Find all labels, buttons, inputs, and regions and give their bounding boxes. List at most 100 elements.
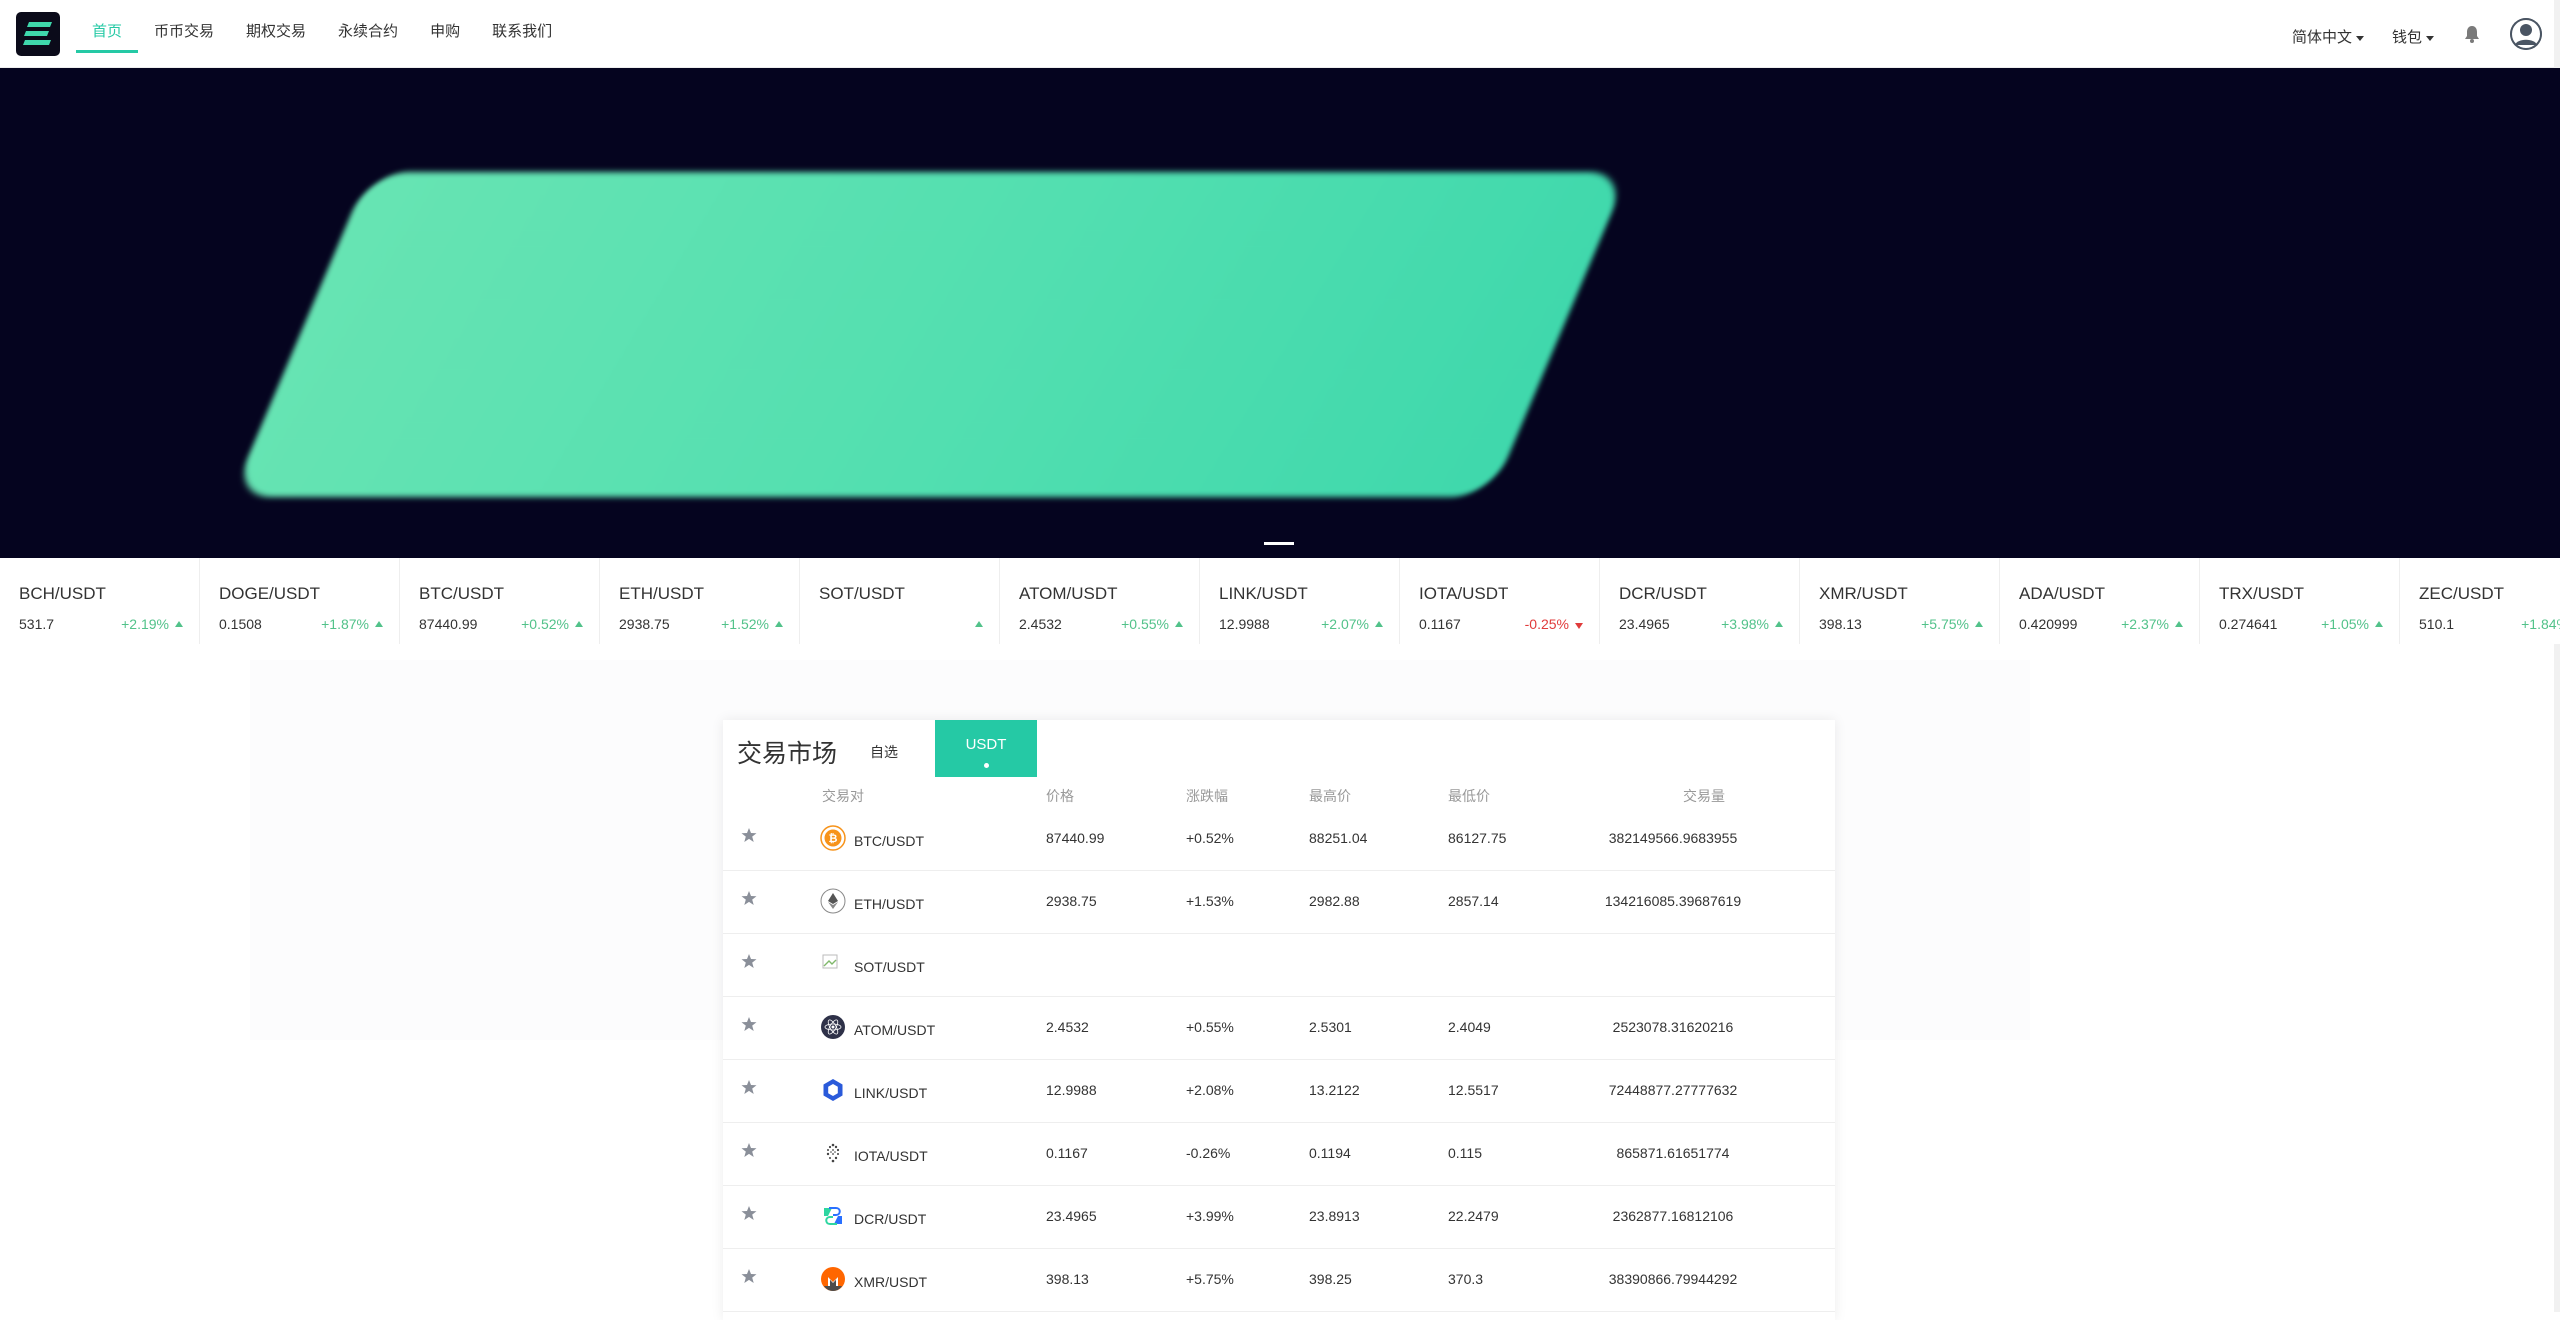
nav-contact-us[interactable]: 联系我们 (476, 0, 568, 53)
row-pair: SOT/USDT (854, 959, 925, 975)
row-price: 0.1167 (1046, 1145, 1088, 1161)
star-icon[interactable] (741, 1016, 757, 1037)
row-high: 0.1194 (1309, 1145, 1351, 1161)
nav-options-trading[interactable]: 期权交易 (230, 0, 322, 53)
ticker-change: +1.84% (2521, 616, 2560, 632)
ticker-price: 0.274641 (2219, 616, 2278, 632)
tab-favorites[interactable]: 自选 (870, 742, 898, 762)
nav-home-label: 首页 (92, 23, 123, 40)
column-header-price: 价格 (1046, 788, 1074, 804)
market-row[interactable]: XMR/USDT 398.13 +5.75% 398.25 370.3 38390866.… (723, 1249, 1835, 1312)
arrow-up-icon (2375, 621, 2383, 627)
nav-home[interactable]: 首页 (76, 0, 139, 53)
hero-banner[interactable] (0, 68, 2560, 558)
ticker-price: 87440.99 (419, 616, 478, 632)
arrow-up-icon (1975, 621, 1983, 627)
ticker-price: 0.1167 (1419, 616, 1461, 632)
ticker-pair: DOGE/USDT (219, 584, 321, 603)
row-high: 88251.04 (1309, 830, 1368, 846)
row-pair: LINK/USDT (854, 1085, 928, 1101)
nav-options-trading-label: 期权交易 (246, 23, 307, 40)
ticker-item[interactable]: IOTA/USDT 0.1167 -0.25% (1400, 558, 1600, 644)
star-icon[interactable] (741, 1142, 757, 1163)
ticker-change: +1.87% (321, 616, 369, 632)
row-high: 23.8913 (1309, 1208, 1360, 1224)
star-icon[interactable] (741, 827, 757, 848)
ticker-item[interactable]: ADA/USDT 0.420999 +2.37% (2000, 558, 2200, 644)
nav-spot-trading-label: 币币交易 (154, 23, 215, 40)
star-icon[interactable] (741, 890, 757, 911)
market-row[interactable]: ATOM/USDT 2.4532 +0.55% 2.5301 2.4049 2523078… (723, 997, 1835, 1060)
nav-subscription[interactable]: 申购 (414, 0, 476, 53)
row-price: 398.13 (1046, 1271, 1089, 1287)
user-avatar[interactable] (2510, 18, 2542, 50)
arrow-up-icon (175, 621, 183, 627)
chevron-down-icon (2426, 35, 2435, 41)
ticker-item[interactable]: BCH/USDT 531.7 +2.19% (0, 558, 200, 644)
row-low: 86127.75 (1448, 830, 1507, 846)
row-change: +3.99% (1186, 1208, 1234, 1224)
market-title: 交易市场 (737, 740, 838, 768)
row-volume: 134216085.39687619 (1604, 893, 1742, 909)
row-price: 2938.75 (1046, 893, 1097, 909)
wallet-label: 钱包 (2392, 29, 2423, 46)
ticker-item[interactable]: TRX/USDT 0.274641 +1.05% (2200, 558, 2400, 644)
ticker-item[interactable]: LINK/USDT 12.9988 +2.07% (1200, 558, 1400, 644)
ticker-pair: LINK/USDT (1219, 584, 1308, 603)
arrow-up-icon (1775, 621, 1783, 627)
dcr-icon (820, 1203, 846, 1229)
ticker-price: 398.13 (1819, 616, 1862, 632)
row-change: +0.55% (1186, 1019, 1234, 1035)
ticker-pair: DCR/USDT (1619, 584, 1707, 603)
logo[interactable] (16, 12, 60, 56)
link-icon (820, 1077, 846, 1103)
ticker-pair: BCH/USDT (19, 584, 106, 603)
star-icon[interactable] (741, 1079, 757, 1100)
row-volume: 382149566.9683955 (1608, 830, 1738, 846)
iota-icon (820, 1140, 846, 1166)
ticker-item[interactable]: XMR/USDT 398.13 +5.75% (1800, 558, 2000, 644)
ticker-item[interactable]: ETH/USDT 2938.75 +1.52% (600, 558, 800, 644)
market-row[interactable]: ETH/USDT 2938.75 +1.53% 2982.88 2857.14 13421… (723, 871, 1835, 934)
ticker-pair: TRX/USDT (2219, 584, 2304, 603)
ticker-pair: ETH/USDT (619, 584, 704, 603)
ticker-pair: ZEC/USDT (2419, 584, 2504, 603)
btc-icon: ₿ (820, 825, 846, 851)
market-row[interactable]: ₿ BTC/USDT 87440.99 +0.52% 88251.04 86127.75 3… (723, 808, 1835, 871)
row-low: 12.5517 (1448, 1082, 1499, 1098)
nav-perpetual-contract[interactable]: 永续合约 (322, 0, 414, 53)
ticker-item[interactable]: ATOM/USDT 2.4532 +0.55% (1000, 558, 1200, 644)
ticker-price: 0.420999 (2019, 616, 2078, 632)
ticker-item[interactable]: ZEC/USDT 510.1 +1.84% (2400, 558, 2560, 644)
svg-text:₿: ₿ (829, 832, 838, 845)
broken-image-icon (820, 951, 846, 977)
ticker-pair: ADA/USDT (2019, 584, 2105, 603)
ticker-item[interactable]: DOGE/USDT 0.1508 +1.87% (200, 558, 400, 644)
ticker-pair: IOTA/USDT (1419, 584, 1509, 603)
arrow-up-icon (975, 621, 983, 627)
ticker-pair: BTC/USDT (419, 584, 504, 603)
ticker-item[interactable]: SOT/USDT (800, 558, 1000, 644)
row-pair: ATOM/USDT (854, 1022, 936, 1038)
star-icon[interactable] (741, 953, 757, 974)
language-dropdown[interactable]: 简体中文 (2292, 26, 2365, 47)
ticker-item[interactable]: DCR/USDT 23.4965 +3.98% (1600, 558, 1800, 644)
trading-market-panel: 交易市场 自选 USDT 交易对 价格 涨跌幅 最高价 最低价 交易量 ₿ BTC… (723, 720, 1835, 1320)
ticker-change: +5.75% (1921, 616, 1969, 632)
star-icon[interactable] (741, 1268, 757, 1289)
nav-spot-trading[interactable]: 币币交易 (138, 0, 230, 53)
ticker-item[interactable]: BTC/USDT 87440.99 +0.52% (400, 558, 600, 644)
row-high: 13.2122 (1309, 1082, 1360, 1098)
market-row[interactable]: DCR/USDT 23.4965 +3.99% 23.8913 22.2479 23628… (723, 1186, 1835, 1249)
row-volume: 865871.61651774 (1616, 1145, 1730, 1161)
market-row[interactable]: SOT/USDT (723, 934, 1835, 997)
tab-usdt[interactable]: USDT (935, 720, 1037, 777)
market-row[interactable]: LINK/USDT 12.9988 +2.08% 13.2122 12.5517 7244… (723, 1060, 1835, 1123)
carousel-indicator[interactable] (1264, 542, 1294, 545)
market-row[interactable]: IOTA/USDT 0.1167 -0.26% 0.1194 0.115 865871.6… (723, 1123, 1835, 1186)
wallet-dropdown[interactable]: 钱包 (2392, 26, 2435, 47)
star-icon[interactable] (741, 1205, 757, 1226)
row-volume: 38390866.79944292 (1608, 1271, 1738, 1287)
bell-icon[interactable] (2464, 25, 2480, 48)
ticker-pair: SOT/USDT (819, 584, 905, 603)
